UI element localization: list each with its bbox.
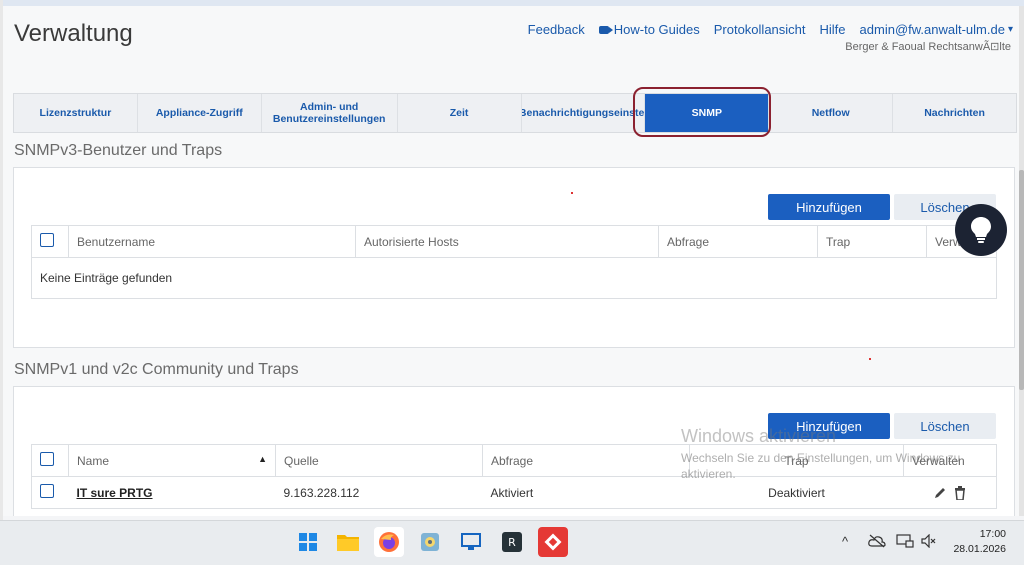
clock-date: 28.01.2026	[953, 543, 1006, 555]
select-all-checkbox[interactable]	[40, 452, 54, 466]
highlight-annotation	[633, 87, 771, 137]
col-benutzername[interactable]: Benutzername	[68, 225, 356, 258]
snmpv3-panel: Hinzufügen Löschen Benutzername Autorisi…	[13, 167, 1015, 348]
svg-text:R: R	[508, 536, 516, 549]
row-quelle: 9.163.228.112	[283, 485, 360, 500]
page-title: Verwaltung	[14, 20, 133, 47]
windows-activation-text: Wechseln Sie zu den Einstellungen, um Wi…	[681, 451, 961, 481]
windows-taskbar: R ^ 17:00 28.01.2026	[0, 520, 1024, 565]
col-quelle[interactable]: Quelle	[275, 444, 483, 477]
clock-time: 17:00	[979, 528, 1006, 540]
select-all-cell	[31, 444, 69, 477]
top-navigation: Feedback How-to Guides Protokollansicht …	[528, 22, 1013, 37]
table-header-row: Benutzername Autorisierte Hosts Abfrage …	[31, 225, 997, 258]
user-email: admin@fw.anwalt-ulm.de	[859, 22, 1005, 37]
tab-benachrichtigung[interactable]: Benachrichtigungseinste	[522, 94, 646, 132]
stray-dot	[869, 358, 871, 360]
empty-message: Keine Einträge gefunden	[40, 271, 173, 285]
snmpv3-add-button[interactable]: Hinzufügen	[768, 194, 890, 220]
sort-ascending-icon: ▲	[258, 453, 267, 464]
col-name[interactable]: Name ▲	[68, 444, 276, 477]
firefox-icon[interactable]	[374, 527, 404, 557]
snmpv1-heading: SNMPv1 und v2c Community und Traps	[14, 361, 299, 378]
volume-muted-icon[interactable]	[921, 533, 937, 551]
tab-admin-benutzer[interactable]: Admin- und Benutzereinstellungen	[262, 94, 398, 132]
empty-row: Keine Einträge gefunden	[32, 258, 997, 299]
row-abfrage: Aktiviert	[490, 485, 534, 500]
onedrive-off-icon[interactable]	[868, 534, 886, 551]
remote-desktop-icon[interactable]	[456, 527, 486, 557]
howto-guides-link[interactable]: How-to Guides	[598, 22, 700, 37]
app-window: Verwaltung Feedback How-to Guides Protok…	[3, 6, 1019, 516]
taskbar-clock[interactable]: 17:00 28.01.2026	[953, 527, 1006, 557]
network-icon[interactable]	[896, 534, 914, 551]
feedback-link[interactable]: Feedback	[528, 22, 585, 37]
tab-lizenzstruktur[interactable]: Lizenzstruktur	[14, 94, 138, 132]
col-autorisierte-hosts[interactable]: Autorisierte Hosts	[355, 225, 659, 258]
lightbulb-help-button[interactable]	[955, 204, 1007, 256]
tab-zeit[interactable]: Zeit	[398, 94, 522, 132]
file-explorer-icon[interactable]	[333, 527, 363, 557]
snmpv3-heading: SNMPv3-Benutzer und Traps	[14, 142, 223, 159]
row-checkbox[interactable]	[40, 484, 54, 498]
terminal-app-icon[interactable]: R	[497, 527, 527, 557]
tab-benachrichtigung-label: Benachrichtigungseinste	[521, 107, 645, 119]
windows-activation-title: Windows aktivieren	[681, 426, 837, 446]
network-tool-icon[interactable]	[415, 527, 445, 557]
howto-guides-label: How-to Guides	[613, 22, 700, 37]
col-abfrage[interactable]: Abfrage	[482, 444, 690, 477]
edit-pencil-icon[interactable]	[933, 486, 947, 500]
chevron-down-icon: ▾	[1007, 24, 1013, 35]
windows-start-icon[interactable]	[293, 527, 323, 557]
col-name-label: Name	[77, 453, 110, 468]
tab-nachrichten[interactable]: Nachrichten	[893, 94, 1016, 132]
tab-appliance-zugriff[interactable]: Appliance-Zugriff	[138, 94, 262, 132]
row-name-link[interactable]: IT sure PRTG	[77, 486, 153, 500]
select-all-cell	[31, 225, 69, 258]
stray-dot	[571, 192, 573, 194]
snmpv3-table: Benutzername Autorisierte Hosts Abfrage …	[31, 225, 997, 299]
row-select-cell	[32, 477, 69, 509]
help-link[interactable]: Hilfe	[820, 22, 846, 37]
tray-expand-icon[interactable]: ^	[842, 534, 848, 549]
scrollbar-thumb[interactable]	[1019, 170, 1024, 390]
tab-netflow[interactable]: Netflow	[769, 94, 894, 132]
col-abfrage[interactable]: Abfrage	[658, 225, 818, 258]
anydesk-icon[interactable]	[538, 527, 568, 557]
log-view-link[interactable]: Protokollansicht	[714, 22, 806, 37]
row-name-cell: IT sure PRTG	[69, 477, 276, 509]
snmpv1-delete-button[interactable]: Löschen	[894, 413, 996, 439]
col-trap[interactable]: Trap	[817, 225, 927, 258]
lightbulb-icon	[971, 217, 991, 243]
video-camera-icon	[598, 25, 613, 34]
settings-tabs: Lizenzstruktur Appliance-Zugriff Admin- …	[13, 93, 1017, 133]
user-menu[interactable]: admin@fw.anwalt-ulm.de ▾	[860, 22, 1013, 37]
company-name: Berger & Faoual RechtsanwÃ⊡lte	[845, 41, 1011, 53]
trash-icon[interactable]	[954, 485, 966, 501]
select-all-checkbox[interactable]	[40, 233, 54, 247]
